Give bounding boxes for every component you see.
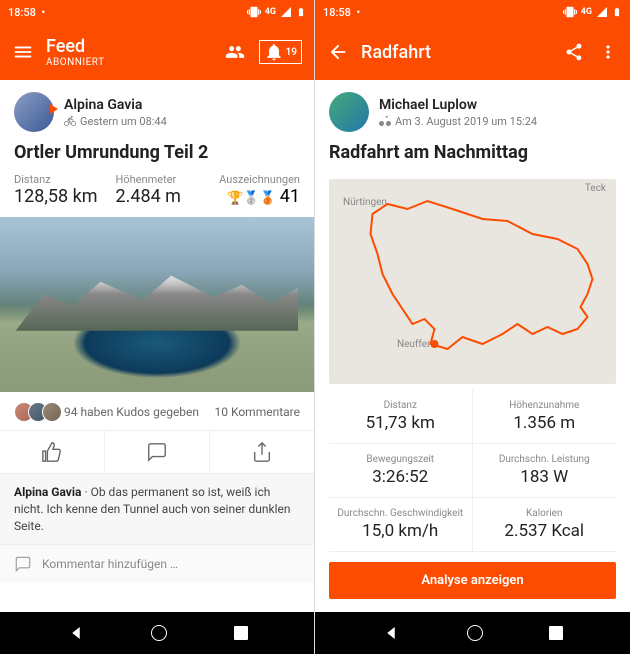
friends-icon[interactable]: [225, 42, 245, 62]
back-nav-icon[interactable]: [67, 624, 85, 642]
more-icon[interactable]: [598, 42, 618, 62]
back-icon[interactable]: [327, 41, 349, 63]
signal-icon: [280, 6, 292, 18]
comment-button[interactable]: [104, 431, 209, 473]
analyze-button[interactable]: Analyse anzeigen: [329, 562, 616, 599]
app-header: Radfahrt: [315, 24, 630, 80]
user-name: Michael Luplow: [379, 97, 616, 113]
comment-input[interactable]: Kommentar hinzufügen …: [0, 544, 314, 583]
activity-user-row[interactable]: Alpina Gavia Gestern um 08:44: [0, 80, 314, 138]
home-nav-icon[interactable]: [467, 625, 483, 641]
recent-nav-icon[interactable]: [234, 626, 248, 640]
vibrate-icon: [247, 5, 261, 19]
page-subtitle: ABONNIERT: [46, 57, 213, 68]
route-map[interactable]: Nürtingen Teck Neuffen: [329, 179, 616, 384]
stats-grid: Distanz51,73 km Höhenzunahme1.356 m Bewe…: [315, 390, 630, 552]
back-nav-icon[interactable]: [382, 624, 400, 642]
notification-badge[interactable]: 19: [259, 40, 302, 64]
route-path: [329, 179, 616, 384]
status-bar: 18:58 • 4G: [0, 0, 314, 24]
android-nav-bar: [315, 612, 630, 654]
activity-detail-screen: 18:58 • 4G Radfahrt Michael Luplow Am 3.…: [315, 0, 630, 654]
avatar: [14, 92, 54, 132]
bike-icon: [64, 115, 76, 127]
activity-title[interactable]: Ortler Umrundung Teil 2: [0, 138, 314, 173]
activity-stats: Distanz128,58 km Höhenmeter2.484 m Ausze…: [0, 173, 314, 217]
share-icon[interactable]: [564, 42, 584, 62]
comments-link[interactable]: 10 Kommentare: [215, 405, 301, 419]
share-button[interactable]: [209, 431, 314, 473]
kudos-row[interactable]: 94 haben Kudos gegeben 10 Kommentare: [0, 392, 314, 430]
bike-icon: [379, 115, 391, 127]
menu-icon[interactable]: [12, 41, 34, 63]
comment-preview[interactable]: Alpina Gavia · Ob das permanent so ist, …: [0, 474, 314, 544]
comment-icon: [14, 555, 32, 573]
user-name: Alpina Gavia: [64, 97, 300, 113]
avatar: [329, 92, 369, 132]
android-nav-bar: [0, 612, 314, 654]
kudos-avatars: [14, 402, 56, 422]
battery-icon: [612, 5, 622, 19]
activity-photo[interactable]: [0, 217, 314, 392]
app-header: Feed ABONNIERT 19: [0, 24, 314, 80]
medals-icon: 🏆🥈🥉: [227, 191, 276, 206]
vibrate-icon: [563, 5, 577, 19]
status-bar: 18:58 • 4G: [315, 0, 630, 24]
actions-row: [0, 430, 314, 474]
page-title: Feed: [46, 36, 213, 57]
activity-user-row[interactable]: Michael Luplow Am 3. August 2019 um 15:2…: [315, 80, 630, 138]
page-title: Radfahrt: [361, 42, 552, 63]
home-nav-icon[interactable]: [151, 625, 167, 641]
recent-nav-icon[interactable]: [549, 626, 563, 640]
activity-title: Radfahrt am Nachmittag: [315, 138, 630, 173]
kudos-button[interactable]: [0, 431, 104, 473]
feed-screen: 18:58 • 4G Feed ABONNIERT 19 Alpina Gavi…: [0, 0, 315, 654]
signal-icon: [596, 6, 608, 18]
battery-icon: [296, 5, 306, 19]
